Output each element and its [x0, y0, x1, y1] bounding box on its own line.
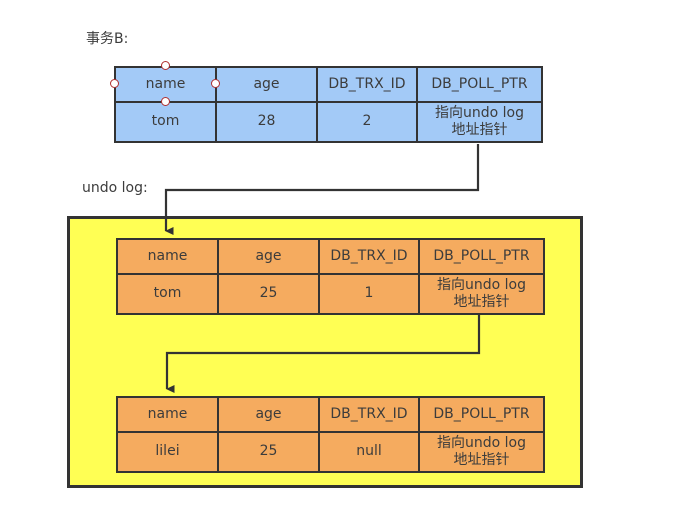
column-header-age: age	[215, 66, 318, 103]
column-header-name: name	[116, 238, 219, 275]
cell-age: 25	[217, 273, 320, 315]
pointer-text-line2: 地址指针	[451, 122, 508, 138]
undo-record-table-2: name age DB_TRX_ID DB_POLL_PTR lilei 25 …	[116, 396, 545, 473]
selection-handle-bottom[interactable]	[161, 97, 170, 106]
table-row: name age DB_TRX_ID DB_POLL_PTR	[116, 238, 545, 275]
selection-handle-top[interactable]	[161, 61, 170, 70]
selection-handle-left[interactable]	[110, 79, 119, 88]
cell-trxid: 2	[316, 101, 418, 143]
table-row: name age DB_TRX_ID DB_POLL_PTR	[116, 396, 545, 433]
cell-age: 25	[217, 431, 320, 473]
pointer-text-line1: 指向undo log	[437, 434, 526, 451]
cell-pollptr: 指向undo log 地址指针	[416, 101, 543, 143]
cell-trxid: 1	[318, 273, 420, 315]
cell-name: tom	[116, 273, 219, 315]
column-header-age: age	[217, 396, 320, 433]
pointer-text-line1: 指向undo log	[435, 104, 524, 121]
column-header-age: age	[217, 238, 320, 275]
column-header-pollptr: DB_POLL_PTR	[418, 396, 545, 433]
table-row: tom 25 1 指向undo log 地址指针	[116, 273, 545, 315]
pointer-text-line2: 地址指针	[453, 452, 510, 468]
cell-name: tom	[114, 101, 217, 143]
transaction-b-label: 事务B:	[86, 31, 129, 47]
cell-pollptr: 指向undo log 地址指针	[418, 273, 545, 315]
column-header-trxid: DB_TRX_ID	[318, 396, 420, 433]
column-header-name: name	[116, 396, 219, 433]
column-header-pollptr: DB_POLL_PTR	[416, 66, 543, 103]
current-record-table: name age DB_TRX_ID DB_POLL_PTR tom 28 2 …	[114, 66, 543, 143]
table-row: name age DB_TRX_ID DB_POLL_PTR	[114, 66, 543, 103]
undo-log-label: undo log:	[82, 180, 148, 196]
column-header-trxid: DB_TRX_ID	[318, 238, 420, 275]
selection-handle-right[interactable]	[211, 79, 220, 88]
table-row: tom 28 2 指向undo log 地址指针	[114, 101, 543, 143]
cell-name: lilei	[116, 431, 219, 473]
pointer-text-line2: 地址指针	[453, 294, 510, 310]
table-row: lilei 25 null 指向undo log 地址指针	[116, 431, 545, 473]
cell-trxid: null	[318, 431, 420, 473]
cell-age: 28	[215, 101, 318, 143]
column-header-trxid: DB_TRX_ID	[316, 66, 418, 103]
column-header-pollptr: DB_POLL_PTR	[418, 238, 545, 275]
cell-pollptr: 指向undo log 地址指针	[418, 431, 545, 473]
pointer-text-line1: 指向undo log	[437, 276, 526, 293]
undo-record-table-1: name age DB_TRX_ID DB_POLL_PTR tom 25 1 …	[116, 238, 545, 315]
